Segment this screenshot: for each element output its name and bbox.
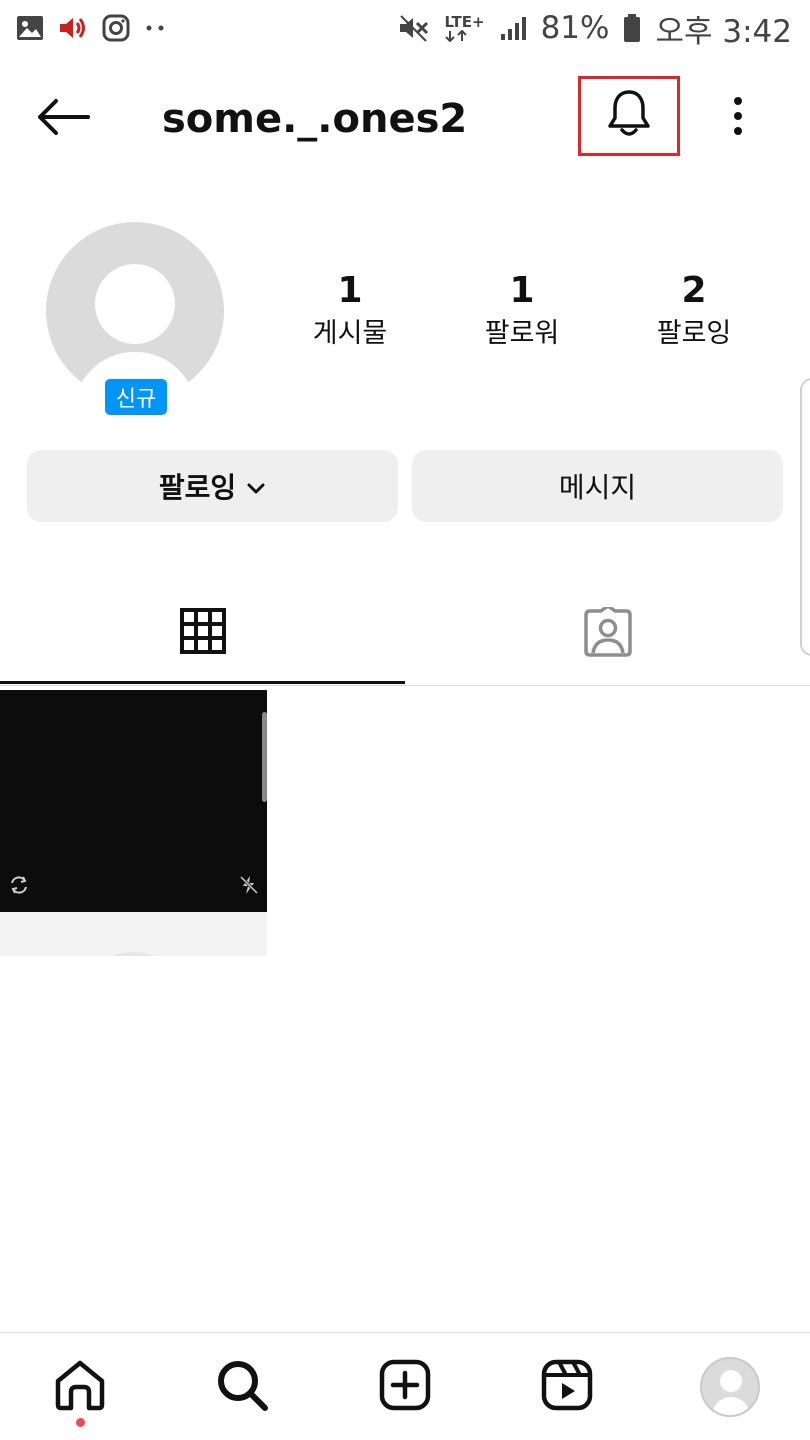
create-icon	[379, 1359, 431, 1415]
default-avatar-icon	[46, 222, 224, 400]
mute-icon	[398, 14, 430, 42]
post-circle-hint	[108, 952, 158, 956]
following-label: 팔로잉	[158, 471, 237, 504]
home-notification-dot	[76, 1418, 85, 1427]
status-bar: LTE+ 81% 오후 3:42	[0, 0, 810, 56]
edge-panel-handle[interactable]	[800, 378, 810, 656]
post-thumbnail[interactable]	[0, 690, 267, 956]
message-label: 메시지	[558, 471, 637, 504]
bottom-nav	[0, 1332, 810, 1440]
stat-posts-label: 게시물	[312, 318, 388, 349]
battery-percent: 81%	[540, 10, 610, 46]
notifications-button[interactable]	[578, 76, 680, 156]
more-options-button[interactable]	[716, 92, 760, 144]
stat-posts[interactable]: 1 게시물	[270, 268, 430, 354]
lte-icon: LTE+	[444, 12, 485, 42]
following-button[interactable]: 팔로잉	[27, 450, 398, 522]
network-label: LTE+	[444, 12, 485, 31]
new-badge: 신규	[102, 376, 170, 418]
rotate-camera-icon	[8, 874, 30, 900]
nav-profile[interactable]	[698, 1355, 762, 1419]
grid-icon	[179, 607, 226, 658]
stat-followers-value: 1	[509, 270, 535, 311]
tab-grid[interactable]	[0, 584, 405, 684]
profile-tabs	[0, 584, 810, 686]
nav-home[interactable]	[48, 1355, 112, 1419]
status-right: LTE+ 81% 오후 3:42	[398, 6, 792, 51]
tab-tagged[interactable]	[405, 584, 810, 684]
status-left	[16, 14, 166, 42]
more-dots-icon	[144, 23, 166, 33]
instagram-icon	[102, 14, 130, 42]
stat-followers[interactable]: 1 팔로워	[442, 268, 602, 354]
more-vertical-icon	[733, 96, 743, 140]
nav-reels[interactable]	[535, 1355, 599, 1419]
stat-following-value: 2	[681, 270, 707, 311]
back-button[interactable]	[30, 94, 96, 144]
battery-icon	[623, 13, 641, 43]
status-time: 오후 3:42	[655, 13, 792, 50]
tagged-person-icon	[582, 604, 634, 661]
profile-header: some._.ones2	[0, 72, 810, 168]
stat-followers-label: 팔로워	[484, 318, 560, 349]
stat-following-label: 팔로잉	[656, 318, 732, 349]
reels-icon	[541, 1359, 593, 1415]
profile-avatar[interactable]: 신규	[46, 222, 226, 418]
back-arrow-icon	[36, 97, 90, 141]
bell-icon	[605, 88, 653, 144]
volume-icon	[58, 15, 88, 41]
chevron-down-icon	[246, 470, 266, 503]
post-image	[0, 690, 267, 912]
profile-username: some._.ones2	[162, 96, 468, 142]
gallery-icon	[16, 15, 44, 41]
flash-off-icon	[238, 874, 260, 900]
nav-create[interactable]	[373, 1355, 437, 1419]
profile-avatar-icon	[700, 1357, 760, 1417]
stat-posts-value: 1	[337, 270, 363, 311]
signal-icon	[499, 14, 527, 42]
search-icon	[215, 1358, 269, 1416]
home-icon	[53, 1359, 107, 1415]
nav-search[interactable]	[210, 1355, 274, 1419]
stat-following[interactable]: 2 팔로잉	[614, 268, 774, 354]
message-button[interactable]: 메시지	[412, 450, 783, 522]
post-scroll-indicator	[262, 712, 267, 802]
